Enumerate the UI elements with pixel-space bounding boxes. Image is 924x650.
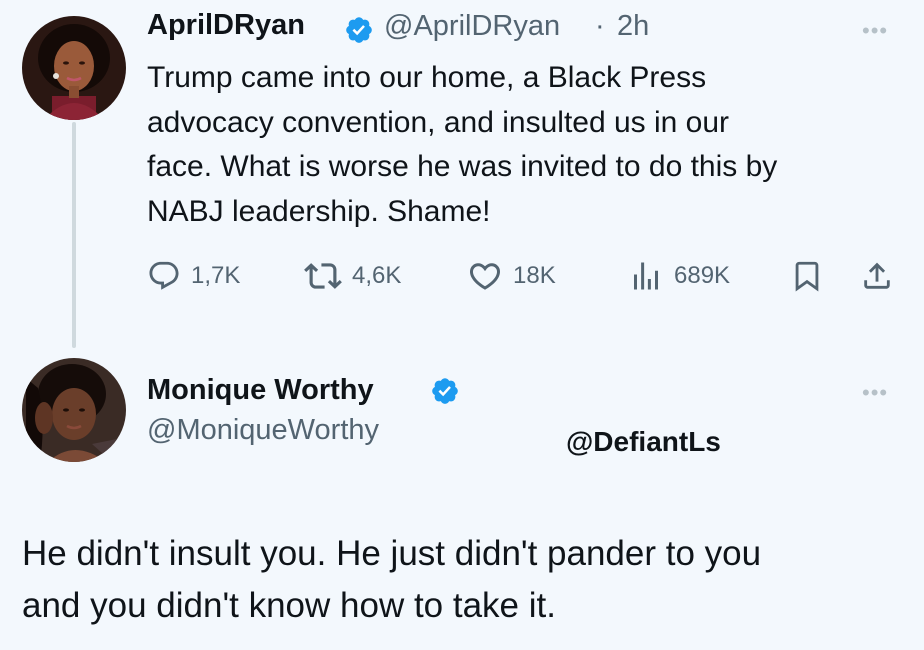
tweet-body: Trump came into our home, a Black Press …: [147, 61, 778, 228]
verified-badge-icon: [346, 17, 372, 43]
views-chart-icon: [634, 262, 658, 290]
bookmark-icon: [795, 261, 819, 292]
reply-author-handle[interactable]: @MoniqueWorthy: [147, 414, 379, 447]
april-ryan-avatar[interactable]: [22, 16, 126, 120]
tweet-author-name[interactable]: AprilDRyan: [147, 9, 305, 42]
repost-button[interactable]: 4,6K: [304, 256, 401, 296]
tweet-author-handle[interactable]: @AprilDRyan: [384, 10, 560, 43]
reply-body: He didn't insult you. He just didn't pan…: [22, 534, 762, 625]
tweet-separator: ·: [595, 10, 605, 42]
tweet-timestamp[interactable]: 2h: [617, 10, 649, 43]
reply-icon: [149, 261, 179, 290]
share-icon: [864, 262, 890, 289]
thread-connector-line: [72, 122, 76, 348]
repost-count: 4,6K: [352, 262, 402, 289]
monique-worthy-avatar[interactable]: [22, 358, 126, 462]
repost-icon: [304, 263, 342, 289]
share-button[interactable]: [860, 256, 894, 296]
like-button[interactable]: 18K: [467, 256, 556, 296]
views-count: 689K: [674, 262, 731, 289]
reply-author-name[interactable]: Monique Worthy: [147, 374, 374, 407]
watermark-handle: @DefiantLs: [566, 426, 721, 457]
heart-icon: [469, 263, 501, 290]
views-button[interactable]: 689K: [628, 256, 730, 296]
reply-button[interactable]: 1,7K: [147, 256, 240, 296]
verified-badge-icon: [432, 378, 458, 404]
reply-count: 1,7K: [191, 262, 241, 289]
bookmark-button[interactable]: [790, 256, 824, 296]
ellipsis-icon[interactable]: •••: [862, 382, 888, 404]
like-count: 18K: [513, 262, 556, 289]
ellipsis-icon[interactable]: •••: [862, 20, 888, 42]
